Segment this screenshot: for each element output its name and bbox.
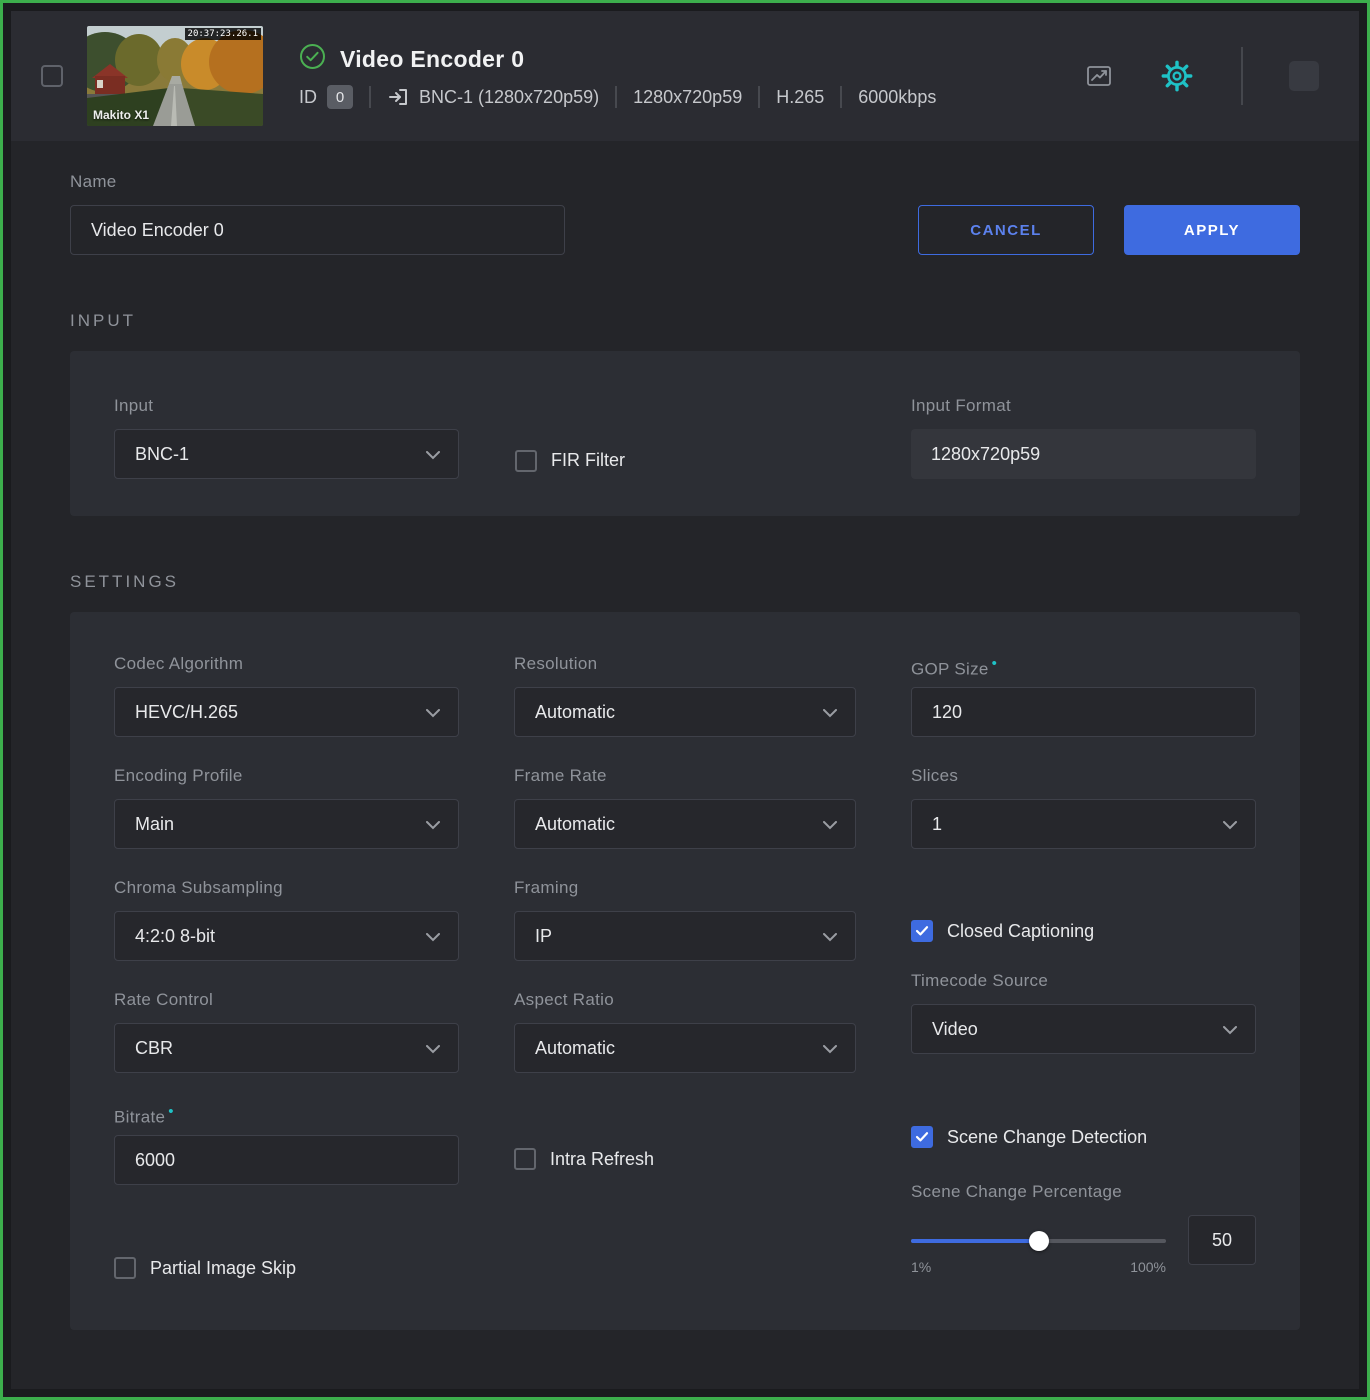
encoder-form: Name CANCEL APPLY INPUT Input BNC-1: [11, 141, 1359, 1389]
input-select[interactable]: BNC-1: [114, 429, 459, 479]
secondary-thumbnail-placeholder[interactable]: [1289, 61, 1319, 91]
checkbox-checked-icon: [911, 1126, 933, 1148]
chevron-down-icon: [426, 926, 440, 947]
page-title: Video Encoder 0: [340, 46, 524, 73]
encoding-profile-select[interactable]: Main: [114, 799, 459, 849]
meta-resolution: 1280x720p59: [633, 87, 742, 108]
encoder-title-block: Video Encoder 0 ID 0 BNC-1 (1280x720p59)…: [299, 43, 936, 109]
id-badge: 0: [327, 85, 353, 109]
encoder-header: 20:37:23.26.1 Makito X1 Video Encoder 0 …: [11, 11, 1359, 141]
input-panel: Input BNC-1 FIR Filter Input Format 1280…: [70, 351, 1300, 516]
aspect-ratio-select[interactable]: Automatic: [514, 1023, 856, 1073]
chevron-down-icon: [1223, 1019, 1237, 1040]
aspect-ratio-group: Aspect Ratio Automatic: [514, 988, 856, 1073]
meta-input-value: BNC-1 (1280x720p59): [419, 87, 599, 108]
checkbox-checked-icon: [911, 920, 933, 942]
input-format-value: 1280x720p59: [911, 429, 1256, 479]
divider: [840, 86, 842, 108]
timecode-source-select[interactable]: Video: [911, 1004, 1256, 1054]
select-encoder-checkbox[interactable]: [41, 65, 63, 87]
intra-refresh-checkbox[interactable]: Intra Refresh: [514, 1100, 856, 1170]
header-divider: [1241, 47, 1243, 105]
id-label: ID: [299, 87, 317, 108]
resolution-select[interactable]: Automatic: [514, 687, 856, 737]
divider: [758, 86, 760, 108]
timecode-source-group: Timecode Source Video: [911, 969, 1256, 1054]
meta-codec: H.265: [776, 87, 824, 108]
divider: [615, 86, 617, 108]
apply-button[interactable]: APPLY: [1124, 205, 1300, 255]
framing-group: Framing IP: [514, 876, 856, 961]
cancel-button[interactable]: CANCEL: [918, 205, 1094, 255]
checkbox-icon: [114, 1257, 136, 1279]
codec-algorithm-select[interactable]: HEVC/H.265: [114, 687, 459, 737]
name-field-group: Name: [70, 170, 565, 255]
gop-size-input[interactable]: [911, 687, 1256, 737]
page-frame: 20:37:23.26.1 Makito X1 Video Encoder 0 …: [0, 0, 1370, 1400]
slices-group: Slices 1: [911, 764, 1256, 849]
rate-control-select[interactable]: CBR: [114, 1023, 459, 1073]
framing-select[interactable]: IP: [514, 911, 856, 961]
chroma-subsampling-group: Chroma Subsampling 4:2:0 8-bit: [114, 876, 459, 961]
status-ok-icon: [299, 43, 326, 75]
timecode-overlay: 20:37:23.26.1: [185, 28, 261, 40]
header-actions: [1081, 47, 1319, 105]
codec-algorithm-group: Codec Algorithm HEVC/H.265: [114, 652, 459, 737]
scene-change-detection-checkbox[interactable]: Scene Change Detection: [911, 1081, 1256, 1148]
chevron-down-icon: [426, 702, 440, 723]
encoder-config-window: 20:37:23.26.1 Makito X1 Video Encoder 0 …: [11, 11, 1359, 1389]
slider-max-label: 100%: [1130, 1259, 1166, 1275]
settings-column-2: Resolution Automatic Frame Rate Automati…: [514, 652, 856, 1306]
scene-change-percentage-input[interactable]: [1188, 1215, 1256, 1265]
slider-min-label: 1%: [911, 1259, 931, 1275]
chevron-down-icon: [823, 1038, 837, 1059]
input-format-group: Input Format 1280x720p59: [911, 394, 1256, 479]
input-format-label: Input Format: [911, 394, 1256, 417]
encoder-meta-row: ID 0 BNC-1 (1280x720p59) 1280x720p59 H.2…: [299, 85, 936, 109]
name-label: Name: [70, 170, 565, 193]
encoding-profile-group: Encoding Profile Main: [114, 764, 459, 849]
frame-rate-group: Frame Rate Automatic: [514, 764, 856, 849]
closed-captioning-checkbox[interactable]: Closed Captioning: [911, 876, 1256, 942]
settings-column-3: GOP Size Slices 1 Closed Captioning: [911, 652, 1256, 1306]
rate-control-group: Rate Control CBR: [114, 988, 459, 1073]
input-source-icon: [387, 86, 409, 108]
input-label: Input: [114, 394, 459, 417]
slider-fill: [911, 1239, 1039, 1243]
meta-bitrate: 6000kbps: [858, 87, 936, 108]
fir-filter-checkbox[interactable]: FIR Filter: [515, 394, 625, 479]
statistics-icon[interactable]: [1081, 58, 1117, 94]
bitrate-group: Bitrate: [114, 1100, 459, 1185]
gear-icon[interactable]: [1159, 58, 1195, 94]
chevron-down-icon: [823, 814, 837, 835]
checkbox-icon: [514, 1148, 536, 1170]
input-section-heading: INPUT: [70, 311, 1300, 331]
name-input[interactable]: [70, 205, 565, 255]
chevron-down-icon: [823, 702, 837, 723]
chevron-down-icon: [426, 444, 440, 465]
settings-panel: Codec Algorithm HEVC/H.265 Encoding Prof…: [70, 612, 1300, 1330]
slider-tick-labels: 1% 100%: [911, 1259, 1166, 1275]
gop-size-group: GOP Size: [911, 652, 1256, 737]
chevron-down-icon: [823, 926, 837, 947]
settings-column-1: Codec Algorithm HEVC/H.265 Encoding Prof…: [114, 652, 459, 1306]
slices-select[interactable]: 1: [911, 799, 1256, 849]
resolution-group: Resolution Automatic: [514, 652, 856, 737]
chevron-down-icon: [1223, 814, 1237, 835]
frame-rate-select[interactable]: Automatic: [514, 799, 856, 849]
divider: [369, 86, 371, 108]
input-field-group: Input BNC-1: [114, 394, 459, 479]
partial-image-skip-checkbox[interactable]: Partial Image Skip: [114, 1212, 459, 1279]
thumbnail-watermark: Makito X1: [93, 108, 149, 122]
scene-change-percentage-group: Scene Change Percentage 1% 100%: [911, 1175, 1256, 1275]
chevron-down-icon: [426, 814, 440, 835]
settings-section-heading: SETTINGS: [70, 572, 1300, 592]
bitrate-input[interactable]: [114, 1135, 459, 1185]
checkbox-icon: [515, 450, 537, 472]
chevron-down-icon: [426, 1038, 440, 1059]
video-preview-thumbnail[interactable]: 20:37:23.26.1 Makito X1: [87, 26, 263, 126]
slider-thumb[interactable]: [1029, 1231, 1049, 1251]
scene-change-percentage-slider[interactable]: [911, 1239, 1166, 1243]
chroma-subsampling-select[interactable]: 4:2:0 8-bit: [114, 911, 459, 961]
